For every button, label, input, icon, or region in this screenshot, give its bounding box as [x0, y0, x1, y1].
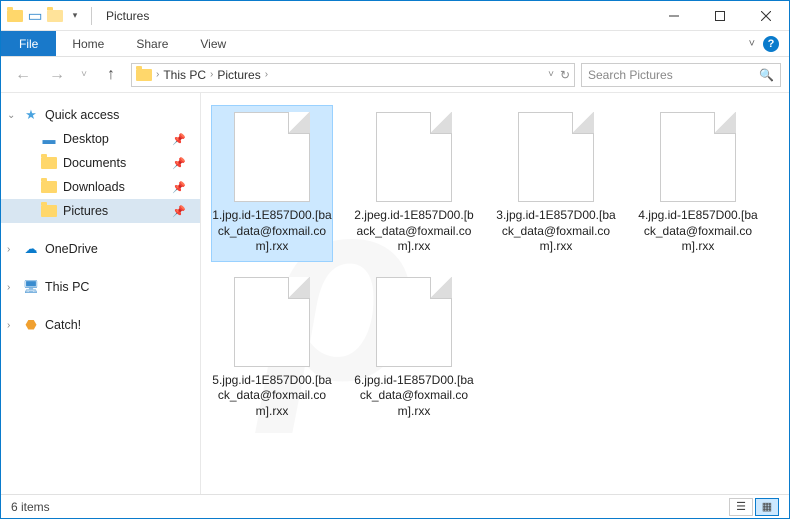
sidebar-this-pc[interactable]: › 🖥 This PC	[1, 275, 200, 299]
sidebar-item-label: Pictures	[63, 204, 108, 218]
file-item[interactable]: 3.jpg.id-1E857D00.[back_data@foxmail.com…	[495, 105, 617, 262]
minimize-button[interactable]	[651, 1, 697, 31]
status-bar: 6 items ☰ ▦	[1, 494, 789, 518]
file-name: 2.jpeg.id-1E857D00.[back_data@foxmail.co…	[353, 208, 475, 255]
sidebar-item-label: Documents	[63, 156, 126, 170]
caret-icon: ›	[7, 282, 10, 293]
file-name: 1.jpg.id-1E857D00.[back_data@foxmail.com…	[211, 208, 333, 255]
file-icon	[376, 112, 452, 202]
sidebar-item-desktop[interactable]: ▬ Desktop 📌	[1, 127, 200, 151]
file-icon	[376, 277, 452, 367]
navigation-pane: ⌄ ★ Quick access ▬ Desktop 📌 Documents 📌…	[1, 93, 201, 494]
file-pane[interactable]: 1.jpg.id-1E857D00.[back_data@foxmail.com…	[201, 93, 789, 494]
back-button[interactable]: ←	[9, 61, 37, 89]
address-toolbar: ← → ˅ ↑ › This PC › Pictures › ˅ ↻ Searc…	[1, 57, 789, 93]
sidebar-item-label: This PC	[45, 280, 89, 294]
pc-icon: 🖥	[23, 279, 39, 295]
refresh-icon[interactable]: ↻	[560, 68, 570, 82]
address-bar[interactable]: › This PC › Pictures › ˅ ↻	[131, 63, 575, 87]
chevron-right-icon: ›	[265, 69, 268, 80]
file-name: 4.jpg.id-1E857D00.[back_data@foxmail.com…	[637, 208, 759, 255]
downloads-icon	[41, 179, 57, 195]
pin-icon: 📌	[172, 205, 186, 218]
chevron-right-icon: ›	[156, 69, 159, 80]
caret-icon: ›	[7, 320, 10, 331]
file-item[interactable]: 5.jpg.id-1E857D00.[back_data@foxmail.com…	[211, 270, 333, 427]
file-name: 6.jpg.id-1E857D00.[back_data@foxmail.com…	[353, 373, 475, 420]
search-icon: 🔍	[759, 68, 774, 82]
qat-newfolder-icon[interactable]	[47, 8, 63, 24]
tab-home[interactable]: Home	[56, 31, 120, 56]
pin-icon: 📌	[172, 133, 186, 146]
documents-icon	[41, 155, 57, 171]
sidebar-catch[interactable]: › ⬣ Catch!	[1, 313, 200, 337]
desktop-icon: ▬	[41, 131, 57, 147]
file-item[interactable]: 1.jpg.id-1E857D00.[back_data@foxmail.com…	[211, 105, 333, 262]
sidebar-item-label: Catch!	[45, 318, 81, 332]
ribbon: File Home Share View ˅ ?	[1, 31, 789, 57]
app-icon	[7, 8, 23, 24]
window-title: Pictures	[106, 9, 149, 23]
pictures-icon	[41, 203, 57, 219]
file-item[interactable]: 4.jpg.id-1E857D00.[back_data@foxmail.com…	[637, 105, 759, 262]
forward-button[interactable]: →	[43, 61, 71, 89]
sidebar-item-label: OneDrive	[45, 242, 98, 256]
help-icon[interactable]: ?	[763, 36, 779, 52]
sidebar-item-label: Desktop	[63, 132, 109, 146]
pictures-icon	[136, 67, 152, 83]
pin-icon: 📌	[172, 157, 186, 170]
pin-icon: 📌	[172, 181, 186, 194]
file-item[interactable]: 6.jpg.id-1E857D00.[back_data@foxmail.com…	[353, 270, 475, 427]
status-count: 6 items	[11, 500, 50, 514]
title-bar: ▭ ▾ Pictures	[1, 1, 789, 31]
caret-icon: ⌄	[7, 110, 15, 121]
close-button[interactable]	[743, 1, 789, 31]
icons-view-button[interactable]: ▦	[755, 498, 779, 516]
sidebar-quick-access[interactable]: ⌄ ★ Quick access	[1, 103, 200, 127]
recent-chevron-down-icon[interactable]: ˅	[77, 61, 91, 89]
qat-properties-icon[interactable]: ▭	[27, 8, 43, 24]
details-view-button[interactable]: ☰	[729, 498, 753, 516]
sidebar-item-documents[interactable]: Documents 📌	[1, 151, 200, 175]
onedrive-icon: ☁	[23, 241, 39, 257]
sidebar-item-pictures[interactable]: Pictures 📌	[1, 199, 200, 223]
file-item[interactable]: 2.jpeg.id-1E857D00.[back_data@foxmail.co…	[353, 105, 475, 262]
breadcrumb-thispc[interactable]: This PC	[163, 68, 206, 82]
catch-icon: ⬣	[23, 317, 39, 333]
up-button[interactable]: ↑	[97, 61, 125, 89]
sidebar-onedrive[interactable]: › ☁ OneDrive	[1, 237, 200, 261]
search-input[interactable]: Search Pictures 🔍	[581, 63, 781, 87]
file-icon	[660, 112, 736, 202]
sidebar-item-label: Quick access	[45, 108, 119, 122]
file-name: 3.jpg.id-1E857D00.[back_data@foxmail.com…	[495, 208, 617, 255]
star-icon: ★	[23, 107, 39, 123]
file-icon	[518, 112, 594, 202]
address-chevron-down-icon[interactable]: ˅	[548, 69, 554, 80]
maximize-button[interactable]	[697, 1, 743, 31]
file-name: 5.jpg.id-1E857D00.[back_data@foxmail.com…	[211, 373, 333, 420]
file-icon	[234, 112, 310, 202]
chevron-right-icon: ›	[210, 69, 213, 80]
tab-view[interactable]: View	[184, 31, 242, 56]
ribbon-expand-icon[interactable]: ˅	[749, 38, 755, 50]
tab-share[interactable]: Share	[120, 31, 184, 56]
file-icon	[234, 277, 310, 367]
caret-icon: ›	[7, 244, 10, 255]
search-placeholder: Search Pictures	[588, 68, 759, 82]
sidebar-item-downloads[interactable]: Downloads 📌	[1, 175, 200, 199]
qat-chevron-down-icon[interactable]: ▾	[67, 8, 83, 24]
file-button[interactable]: File	[1, 31, 56, 56]
sidebar-item-label: Downloads	[63, 180, 125, 194]
breadcrumb-pictures[interactable]: Pictures	[217, 68, 260, 82]
